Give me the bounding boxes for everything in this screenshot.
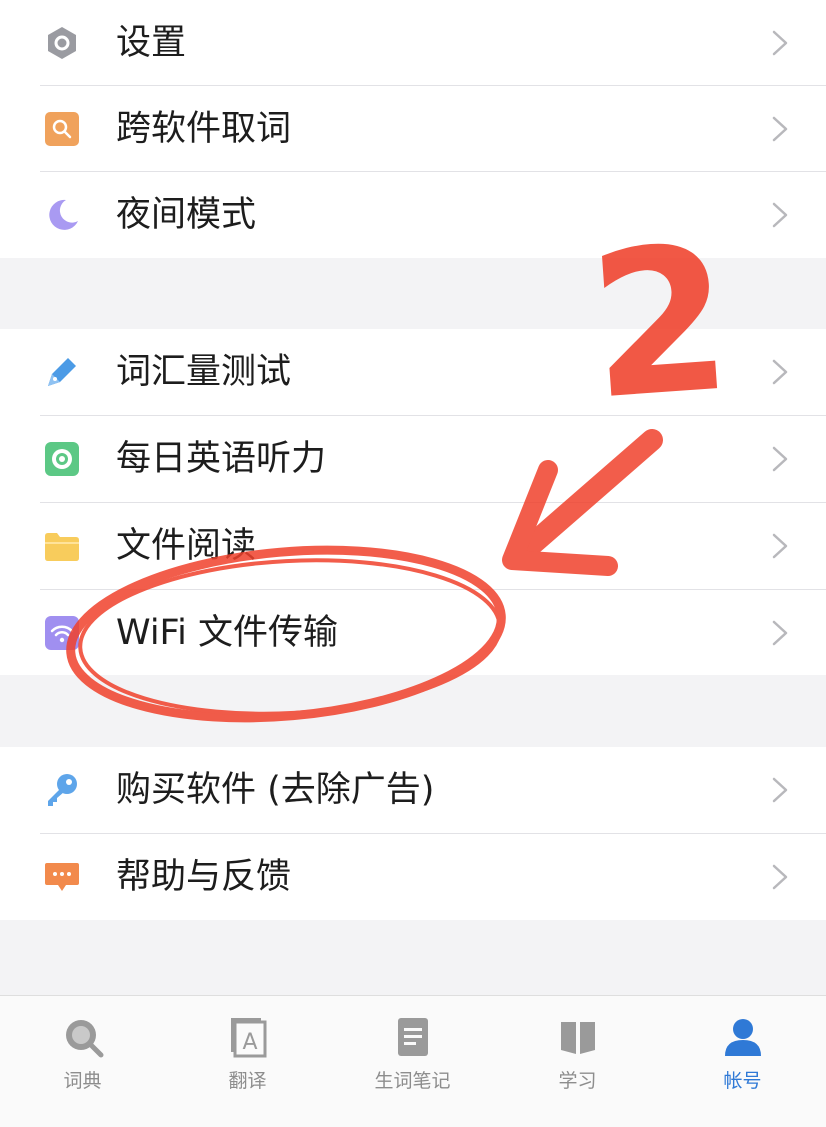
chevron-right-icon (772, 359, 788, 385)
tab-account[interactable]: 帐号 (660, 996, 825, 1127)
chevron-right-icon (772, 202, 788, 228)
menu-item-label: 购买软件 (去除广告) (116, 770, 435, 810)
menu-item-purchase[interactable]: 购买软件 (去除广告) (0, 747, 826, 833)
menu-item-label: 每日英语听力 (116, 439, 327, 479)
menu-item-vocabulary-test[interactable]: 词汇量测试 (0, 329, 826, 415)
chevron-right-icon (772, 620, 788, 646)
radio-icon (45, 442, 79, 476)
translate-icon: A (231, 1018, 267, 1058)
menu-item-night-mode[interactable]: 夜间模式 (0, 172, 826, 258)
chevron-right-icon (772, 777, 788, 803)
tab-vocab-notes[interactable]: 生词笔记 (330, 996, 495, 1127)
menu-item-label: 文件阅读 (116, 526, 257, 566)
menu-item-label: WiFi 文件传输 (116, 613, 338, 653)
chevron-right-icon (772, 446, 788, 472)
menu-item-daily-listening[interactable]: 每日英语听力 (0, 416, 826, 502)
tab-dictionary[interactable]: 词典 (0, 996, 165, 1127)
menu-item-cross-app-lookup[interactable]: 跨软件取词 (0, 86, 826, 172)
settings-group-3: 购买软件 (去除广告) 帮助与反馈 (0, 747, 826, 920)
dictionary-search-icon (66, 1020, 104, 1058)
menu-item-settings[interactable]: 设置 (0, 0, 826, 86)
chevron-right-icon (772, 864, 788, 890)
menu-item-label: 夜间模式 (116, 195, 257, 235)
tab-label: 翻译 (228, 1070, 267, 1092)
tab-label: 生词笔记 (374, 1070, 451, 1092)
search-icon (45, 112, 79, 146)
moon-icon (49, 199, 78, 230)
menu-item-help-feedback[interactable]: 帮助与反馈 (0, 834, 826, 920)
pen-icon (48, 358, 76, 386)
chevron-right-icon (772, 30, 788, 56)
feedback-icon (45, 863, 79, 891)
key-icon (48, 774, 77, 806)
book-icon (561, 1022, 595, 1054)
settings-group-1: 设置 跨软件取词 夜间模式 (0, 0, 826, 258)
gear-icon (48, 27, 76, 59)
tab-label: 帐号 (723, 1070, 762, 1092)
chevron-right-icon (772, 533, 788, 559)
tab-label: 学习 (558, 1070, 597, 1092)
menu-item-label: 词汇量测试 (116, 352, 292, 392)
wifi-icon (45, 616, 79, 650)
svg-text:A: A (242, 1030, 257, 1055)
notebook-icon (398, 1018, 428, 1056)
tab-study[interactable]: 学习 (495, 996, 660, 1127)
settings-group-2: 词汇量测试 每日英语听力 文件阅读 WiFi 文件传输 (0, 329, 826, 675)
tab-translate[interactable]: A 翻译 (165, 996, 330, 1127)
chevron-right-icon (772, 116, 788, 142)
menu-item-label: 设置 (116, 23, 187, 63)
menu-item-label: 跨软件取词 (116, 109, 292, 149)
folder-icon (45, 533, 79, 561)
menu-item-wifi-transfer[interactable]: WiFi 文件传输 (0, 590, 826, 676)
account-icon (725, 1019, 761, 1056)
menu-item-file-reading[interactable]: 文件阅读 (0, 503, 826, 589)
tab-label: 词典 (63, 1070, 102, 1092)
bottom-tab-bar: 词典 A 翻译 生词笔记 学习 帐号 (0, 995, 826, 1127)
menu-item-label: 帮助与反馈 (116, 857, 292, 897)
